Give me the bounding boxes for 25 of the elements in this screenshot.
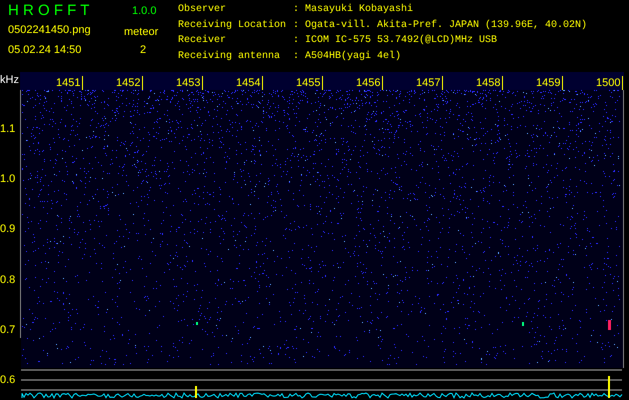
info-separator: : xyxy=(293,50,300,64)
info-separator: : xyxy=(293,18,300,32)
unit-label: kHz xyxy=(0,73,19,88)
app-title: H R O F F T xyxy=(8,0,90,21)
info-value: A504HB(yagi 4el) xyxy=(305,50,402,64)
date-time: 05.02.24 14:50 xyxy=(8,42,82,58)
frequency-label: 1.0 xyxy=(0,173,16,186)
info-separator: : xyxy=(293,34,300,48)
info-value: Masayuki Kobayashi xyxy=(305,2,414,17)
info-separator: : xyxy=(293,3,300,17)
frequency-label: 0.8 xyxy=(0,274,16,287)
frequency-label: 0.9 xyxy=(0,223,16,236)
frequency-label: 0.6 xyxy=(0,374,16,387)
info-label: Receiving Location xyxy=(178,18,288,32)
frequency-label: 1.1 xyxy=(0,123,16,136)
info-label: Receiver xyxy=(178,34,228,48)
info-value: ICOM IC-575 53.7492(@LCD)MHz USB xyxy=(305,34,498,48)
info-label: Receiving antenna xyxy=(178,50,282,64)
meteor-count: 2 xyxy=(139,42,148,58)
frequency-label: 0.7 xyxy=(0,324,16,337)
info-value: Ogata-vill. Akita-Pref. JAPAN (139.96E, 40.02N) xyxy=(305,18,588,32)
info-label: Observer xyxy=(178,2,228,17)
app-version: 1.0.0 xyxy=(131,4,158,19)
file-name: 0502241450.png xyxy=(8,22,92,38)
meteor-label: meteor xyxy=(124,24,160,40)
